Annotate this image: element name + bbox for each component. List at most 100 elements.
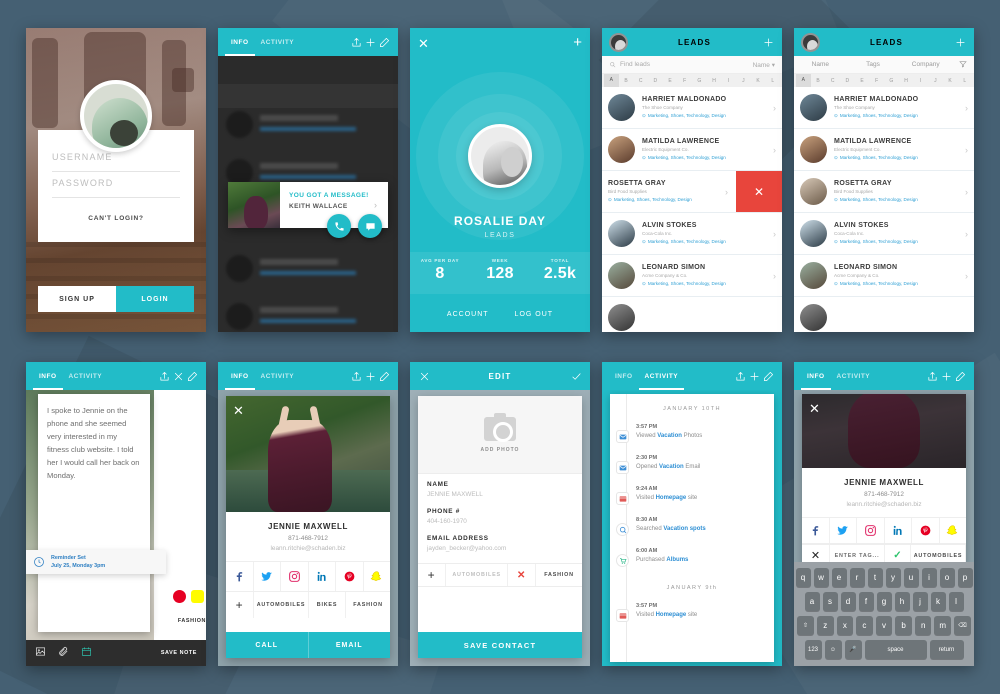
add-icon[interactable] (953, 35, 967, 49)
pinterest-icon[interactable] (912, 518, 940, 543)
facebook-icon[interactable] (226, 562, 254, 591)
note-body[interactable]: I spoke to Jennie on the phone and she s… (47, 404, 141, 482)
linkedin-icon[interactable] (309, 562, 336, 591)
close-icon[interactable] (171, 369, 185, 383)
alpha-J[interactable]: J (928, 78, 943, 84)
key-z[interactable]: z (816, 616, 834, 635)
tab-activity[interactable]: ACTIVITY (831, 362, 877, 390)
key-t[interactable]: t (867, 568, 883, 587)
shift-key[interactable]: ⇧ (796, 616, 814, 635)
add-icon[interactable] (939, 369, 953, 383)
microphone-key[interactable]: 🎤 (844, 640, 862, 659)
tag-automobiles[interactable]: AUTOMOBILES (446, 564, 509, 586)
account-link[interactable]: ACCOUNT (447, 311, 489, 318)
table-row[interactable]: ALVIN STOKES Coca-Cola Inc. Marketing, S… (794, 213, 974, 255)
close-icon[interactable]: ✕ (809, 401, 820, 417)
alpha-D[interactable]: D (648, 78, 663, 84)
return-key[interactable]: return (929, 640, 964, 659)
sort-dropdown[interactable]: Name ▾ (753, 61, 775, 69)
add-icon[interactable]: + (573, 34, 582, 51)
snapchat-icon[interactable] (191, 590, 204, 603)
twitter-icon[interactable] (254, 562, 281, 591)
key-p[interactable]: p (957, 568, 973, 587)
key-f[interactable]: f (858, 592, 874, 611)
backspace-key[interactable]: ⌫ (954, 616, 972, 635)
calendar-icon[interactable] (81, 644, 92, 662)
alpha-A[interactable]: A (796, 74, 811, 87)
key-k[interactable]: k (930, 592, 946, 611)
edit-icon[interactable] (377, 35, 391, 49)
activity-item[interactable]: 2:30 PM Opened Vacation Email (610, 449, 774, 480)
alpha-D[interactable]: D (840, 78, 855, 84)
tab-activity[interactable]: ACTIVITY (639, 362, 685, 390)
alphabet-index[interactable]: A B C D E F G H I J K L (602, 74, 782, 87)
share-icon[interactable] (157, 369, 171, 383)
alpha-H[interactable]: H (899, 78, 914, 84)
field-email[interactable]: EMAIL ADDRESS jayden_becker@yahoo.com (418, 528, 582, 555)
key-q[interactable]: q (795, 568, 811, 587)
alpha-C[interactable]: C (825, 78, 840, 84)
pinterest-icon[interactable] (336, 562, 364, 591)
contact-email[interactable]: leann.ritchie@schaden.biz (226, 545, 390, 552)
add-icon[interactable] (363, 369, 377, 383)
snapchat-icon[interactable] (940, 518, 967, 543)
key-o[interactable]: o (939, 568, 955, 587)
key-e[interactable]: e (831, 568, 847, 587)
key-u[interactable]: u (903, 568, 919, 587)
remove-tag-icon[interactable]: ✕ (508, 564, 537, 586)
edit-icon[interactable] (185, 369, 199, 383)
attachment-icon[interactable] (58, 644, 69, 662)
add-icon[interactable] (761, 35, 775, 49)
search-input[interactable]: Find leads (620, 61, 650, 68)
key-s[interactable]: s (822, 592, 838, 611)
table-row[interactable]: ALVIN STOKES Coca-Cola Inc. Marketing, S… (602, 213, 782, 255)
field-value[interactable]: jayden_becker@yahoo.com (427, 545, 573, 552)
table-row[interactable]: MATILDA LAWRENCE Electric Equipment Co. … (602, 129, 782, 171)
tab-info[interactable]: INFO (801, 362, 831, 390)
table-row[interactable]: MATILDA LAWRENCE Electric Equipment Co. … (794, 129, 974, 171)
facebook-icon[interactable] (802, 518, 830, 543)
email-button[interactable]: EMAIL (307, 632, 391, 658)
table-row[interactable] (794, 297, 974, 332)
alpha-K[interactable]: K (943, 78, 958, 84)
number-key[interactable]: 123 (804, 640, 822, 659)
alpha-J[interactable]: J (736, 78, 751, 84)
add-icon[interactable] (363, 35, 377, 49)
tab-info[interactable]: INFO (33, 362, 63, 390)
alpha-H[interactable]: H (707, 78, 722, 84)
activity-item[interactable]: 9:24 AM Visited Homepage site (610, 480, 774, 511)
pinterest-icon[interactable] (173, 590, 186, 603)
key-l[interactable]: l (948, 592, 964, 611)
share-icon[interactable] (349, 35, 363, 49)
contact-phone[interactable]: 871-468-7912 (802, 491, 966, 498)
message-icon[interactable] (358, 214, 382, 238)
key-a[interactable]: a (804, 592, 820, 611)
reminder-banner[interactable]: Reminder Set July 25, Monday 3pm (26, 550, 166, 574)
add-tag-button[interactable]: + (418, 564, 446, 586)
alphabet-index[interactable]: A B C D E F G H I J K L (794, 74, 974, 87)
tab-activity[interactable]: ACTIVITY (255, 28, 301, 56)
close-icon[interactable]: ✕ (233, 403, 244, 419)
login-button[interactable]: LOGIN (116, 286, 194, 312)
alpha-B[interactable]: B (619, 78, 634, 84)
alpha-I[interactable]: I (721, 78, 736, 84)
call-button[interactable]: CALL (226, 632, 308, 658)
alpha-F[interactable]: F (677, 78, 692, 84)
share-icon[interactable] (925, 369, 939, 383)
save-contact-button[interactable]: SAVE CONTACT (418, 632, 582, 658)
tab-info[interactable]: INFO (225, 28, 255, 56)
activity-item[interactable]: 8:30 AM Searched Vacation spots (610, 511, 774, 542)
avatar[interactable] (801, 32, 820, 52)
key-b[interactable]: b (895, 616, 912, 635)
key-c[interactable]: c (856, 616, 873, 635)
tag-fashion[interactable]: FASHION (178, 618, 206, 624)
save-note-button[interactable]: SAVE NOTE (161, 650, 197, 656)
table-row[interactable]: LEONARD SIMON Acme Company & Co. Marketi… (602, 255, 782, 297)
instagram-icon[interactable] (857, 518, 885, 543)
field-phone[interactable]: PHONE # 404-160-1970 (418, 501, 582, 528)
tab-activity[interactable]: ACTIVITY (255, 362, 301, 390)
edit-icon[interactable] (761, 369, 775, 383)
alpha-G[interactable]: G (692, 78, 707, 84)
avatar[interactable] (609, 32, 628, 52)
key-j[interactable]: j (912, 592, 928, 611)
